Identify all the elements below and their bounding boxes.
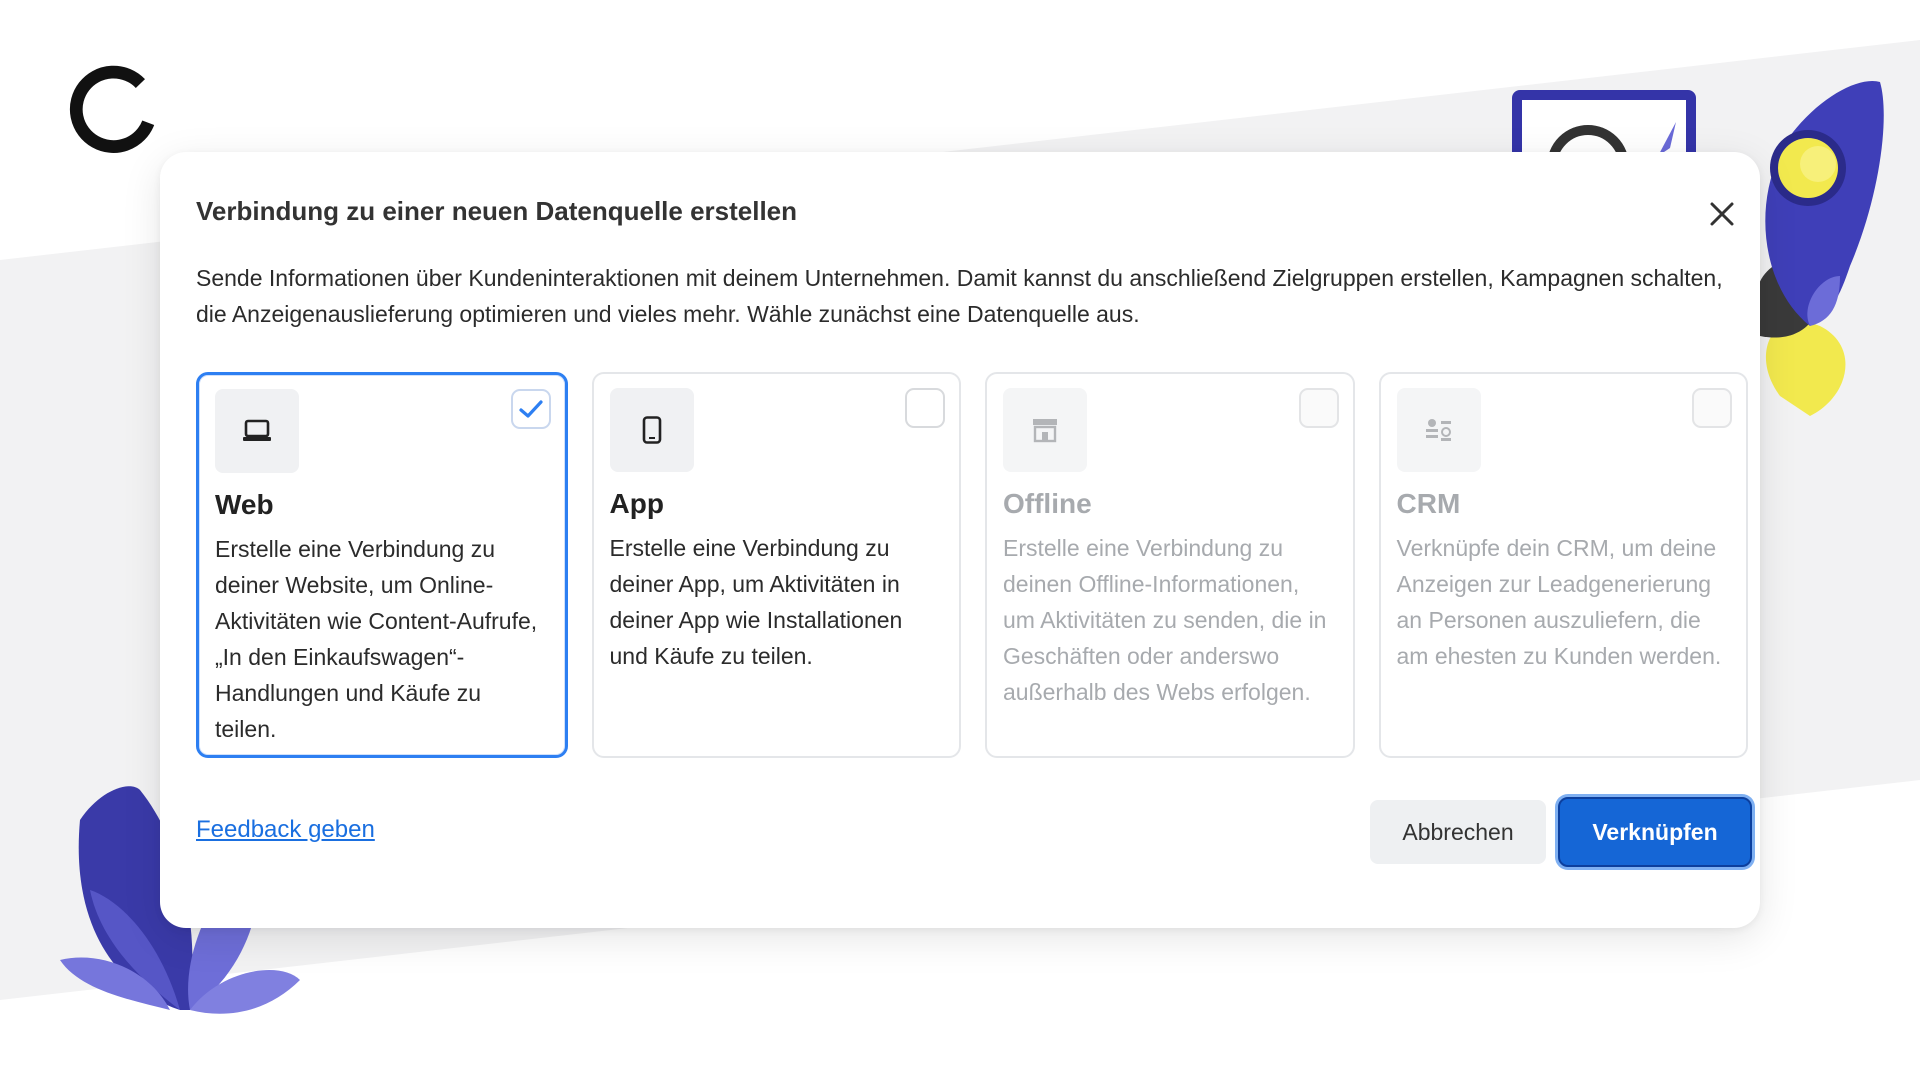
checkbox-offline bbox=[1298, 388, 1339, 428]
checkbox-app[interactable] bbox=[905, 388, 945, 428]
option-title: CRM bbox=[1396, 488, 1461, 519]
option-description: Erstelle eine Verbindung zu deiner App, … bbox=[609, 535, 903, 669]
laptop-icon bbox=[215, 389, 299, 473]
crm-icon bbox=[1396, 388, 1481, 472]
store-icon bbox=[1003, 388, 1087, 472]
option-card-crm: CRM Verknüpfe dein CRM, um deine Anzeige… bbox=[1378, 372, 1748, 758]
dialog-description: Sende Informationen über Kundeninterakti… bbox=[196, 265, 1723, 327]
option-title: Web bbox=[215, 489, 274, 520]
option-description: Verknüpfe dein CRM, um deine Anzeigen zu… bbox=[1396, 535, 1722, 669]
brand-logo-icon bbox=[69, 65, 155, 153]
close-button[interactable] bbox=[1704, 196, 1740, 232]
option-card-app[interactable]: App Erstelle eine Verbindung zu deiner A… bbox=[591, 372, 961, 758]
option-title: App bbox=[609, 488, 664, 519]
rocket-illustration bbox=[1754, 80, 1884, 416]
close-icon bbox=[1710, 202, 1734, 226]
phone-icon bbox=[609, 388, 694, 472]
option-description: Erstelle eine Verbindung zu deiner Websi… bbox=[215, 536, 538, 742]
data-source-options: Web Erstelle eine Verbindung zu deiner W… bbox=[196, 372, 1748, 760]
dialog-title: Verbindung zu einer neuen Datenquelle er… bbox=[196, 196, 798, 226]
data-source-dialog: Verbindung zu einer neuen Datenquelle er… bbox=[160, 152, 1760, 928]
option-card-offline: Offline Erstelle eine Verbindung zu dein… bbox=[985, 372, 1355, 758]
cancel-button[interactable]: Abbrechen bbox=[1370, 800, 1546, 864]
checkbox-web[interactable] bbox=[510, 389, 551, 429]
option-description: Erstelle eine Verbindung zu deinen Offli… bbox=[1003, 535, 1327, 705]
checkbox-crm bbox=[1692, 388, 1732, 428]
connect-button[interactable]: Verknüpfen bbox=[1558, 797, 1752, 867]
checkmark-icon bbox=[518, 400, 543, 418]
option-card-web[interactable]: Web Erstelle eine Verbindung zu deiner W… bbox=[196, 372, 568, 758]
option-title: Offline bbox=[1003, 488, 1092, 519]
feedback-link[interactable]: Feedback geben bbox=[196, 816, 375, 844]
